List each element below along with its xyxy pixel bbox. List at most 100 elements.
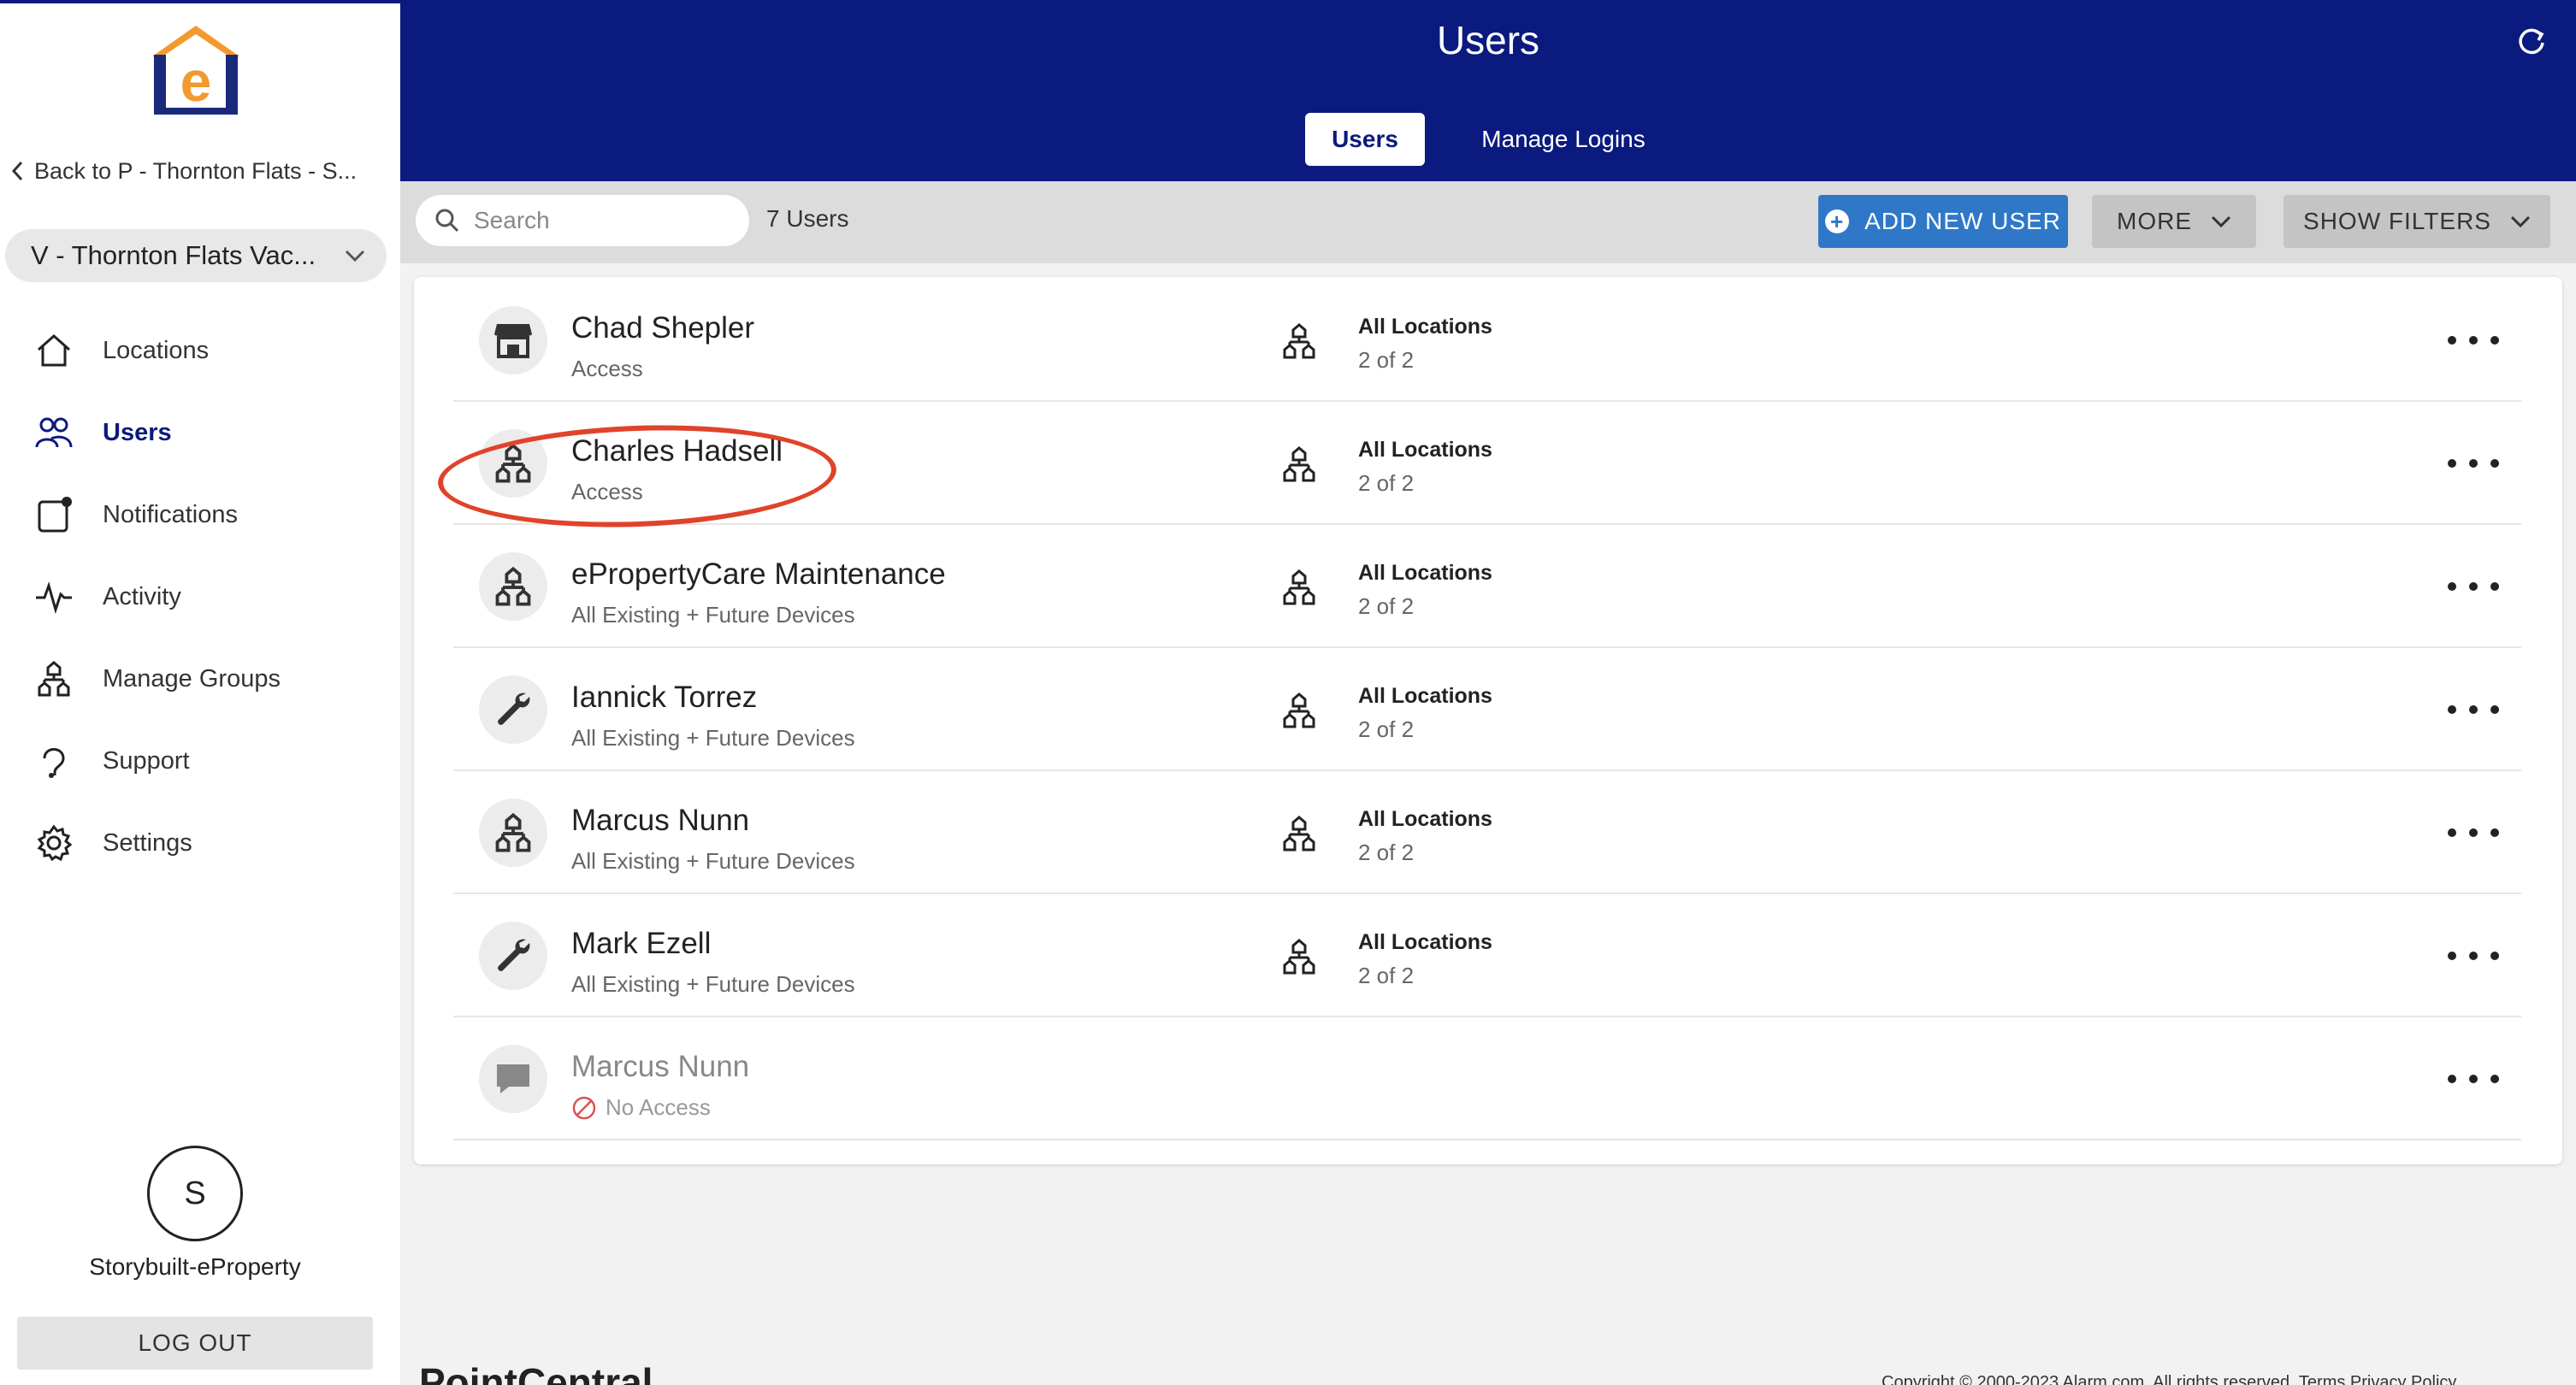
user-name[interactable]: Marcus Nunn <box>571 1050 749 1084</box>
header: Users Users Manage Logins <box>400 0 2576 181</box>
locations-count: 2 of 2 <box>1358 470 1415 496</box>
table-row[interactable]: ePropertyCare Maintenance All Existing +… <box>453 525 2521 648</box>
footer-copyright: Copyright © 2000-2023 Alarm.com. All rig… <box>1882 1373 2457 1385</box>
user-access: All Existing + Future Devices <box>571 848 855 874</box>
show-filters-label: SHOW FILTERS <box>2303 208 2491 234</box>
locations-count: 2 of 2 <box>1358 840 1415 865</box>
sidebar-item-label: Manage Groups <box>103 664 281 692</box>
eproperty-logo[interactable]: e <box>147 22 245 118</box>
locations-count: 2 of 2 <box>1358 593 1415 619</box>
table-row[interactable]: Mark Ezell All Existing + Future Devices… <box>453 894 2521 1017</box>
chevron-left-icon <box>11 161 23 181</box>
user-access: Access <box>571 479 643 504</box>
sidebar-item-label: Notifications <box>103 500 238 528</box>
user-list: Chad Shepler Access All Locations 2 of 2… <box>414 277 2562 1164</box>
sidebar-item-manage-groups[interactable]: Manage Groups <box>0 638 400 720</box>
user-name[interactable]: Mark Ezell <box>571 927 711 961</box>
sidebar-item-label: Support <box>103 746 190 775</box>
storefront-icon <box>479 306 547 374</box>
tab-manage-logins[interactable]: Manage Logins <box>1461 113 1666 166</box>
more-button[interactable]: MORE <box>2092 195 2256 248</box>
sidebar: e Back to P - Thornton Flats - S... V - … <box>0 0 400 1385</box>
more-options-icon[interactable] <box>2448 569 2499 604</box>
sidebar-item-label: Users <box>103 418 172 446</box>
locations-count: 2 of 2 <box>1358 347 1415 373</box>
user-access: All Existing + Future Devices <box>571 602 855 628</box>
wrench-icon <box>479 675 547 744</box>
user-name[interactable]: ePropertyCare Maintenance <box>571 557 946 592</box>
more-label: MORE <box>2117 208 2192 234</box>
chevron-down-icon <box>2211 215 2231 227</box>
locations-count: 2 of 2 <box>1358 963 1415 988</box>
locations-title: All Locations <box>1358 807 1492 831</box>
sidebar-item-activity[interactable]: Activity <box>0 556 400 638</box>
locations-title: All Locations <box>1358 684 1492 708</box>
table-row[interactable]: Iannick Torrez All Existing + Future Dev… <box>453 648 2521 771</box>
activity-icon <box>36 581 72 615</box>
property-select[interactable]: V - Thornton Flats Vac... <box>5 229 387 282</box>
svg-text:e: e <box>180 50 212 113</box>
property-select-value: V - Thornton Flats Vac... <box>31 240 316 270</box>
account-name: Storybuilt-eProperty <box>89 1253 301 1280</box>
more-options-icon[interactable] <box>2448 816 2499 850</box>
user-access: Access <box>571 356 643 381</box>
table-row[interactable]: Marcus Nunn All Existing + Future Device… <box>453 771 2521 894</box>
sidebar-item-locations[interactable]: Locations <box>0 309 400 392</box>
table-row[interactable]: Chad Shepler Access All Locations 2 of 2 <box>453 279 2521 402</box>
gear-icon <box>37 824 73 862</box>
footer-brand: PointCentral <box>419 1360 653 1385</box>
table-row[interactable]: Charles Hadsell Access All Locations 2 o… <box>453 402 2521 525</box>
more-options-icon[interactable] <box>2448 323 2499 357</box>
groups-icon <box>1283 569 1315 605</box>
support-icon <box>43 748 65 778</box>
toolbar: 7 Users + ADD NEW USER MORE SHOW FILTERS <box>400 181 2576 263</box>
locations-title: All Locations <box>1358 315 1492 339</box>
more-options-icon[interactable] <box>2448 692 2499 727</box>
logout-button[interactable]: LOG OUT <box>17 1317 373 1370</box>
user-count: 7 Users <box>766 205 849 232</box>
back-link[interactable]: Back to P - Thornton Flats - S... <box>9 154 393 188</box>
notification-icon <box>38 497 72 533</box>
sidebar-item-notifications[interactable]: Notifications <box>0 474 400 556</box>
sidebar-item-settings[interactable]: Settings <box>0 802 400 884</box>
groups-icon <box>1283 446 1315 482</box>
groups-icon <box>1283 323 1315 359</box>
locations-title: All Locations <box>1358 930 1492 954</box>
sidebar-item-label: Activity <box>103 582 181 610</box>
more-options-icon[interactable] <box>2448 1062 2499 1096</box>
sidebar-item-label: Settings <box>103 828 192 857</box>
no-access-icon <box>572 1096 596 1119</box>
avatar[interactable]: S <box>147 1146 243 1241</box>
more-options-icon[interactable] <box>2448 939 2499 973</box>
user-name[interactable]: Charles Hadsell <box>571 434 783 469</box>
groups-icon <box>38 661 70 697</box>
chat-bubble-icon <box>479 1045 547 1113</box>
search-box[interactable] <box>416 195 749 246</box>
show-filters-button[interactable]: SHOW FILTERS <box>2284 195 2550 248</box>
search-input[interactable] <box>474 207 730 234</box>
table-row[interactable]: Marcus Nunn No Access <box>453 1017 2521 1140</box>
user-access: All Existing + Future Devices <box>571 971 855 997</box>
sidebar-item-support[interactable]: Support <box>0 720 400 802</box>
back-link-label: Back to P - Thornton Flats - S... <box>34 157 357 184</box>
user-name[interactable]: Marcus Nunn <box>571 804 749 838</box>
groups-icon <box>1283 692 1315 728</box>
user-name[interactable]: Chad Shepler <box>571 311 754 345</box>
sidebar-item-label: Locations <box>103 336 210 364</box>
chevron-down-icon <box>2510 215 2531 227</box>
chevron-down-icon <box>345 250 365 262</box>
more-options-icon[interactable] <box>2448 446 2499 480</box>
groups-icon <box>1283 816 1315 852</box>
tab-users[interactable]: Users <box>1305 113 1425 166</box>
add-new-user-label: ADD NEW USER <box>1864 208 2061 234</box>
user-name[interactable]: Iannick Torrez <box>571 681 757 715</box>
refresh-icon[interactable] <box>2514 24 2549 58</box>
add-new-user-button[interactable]: + ADD NEW USER <box>1818 195 2068 248</box>
locations-count: 2 of 2 <box>1358 716 1415 742</box>
user-access: No Access <box>571 1094 711 1121</box>
sidebar-item-users[interactable]: Users <box>0 392 400 474</box>
locations-title: All Locations <box>1358 438 1492 462</box>
group-icon <box>479 799 547 867</box>
plus-icon: + <box>1825 209 1850 233</box>
search-icon <box>435 209 459 233</box>
